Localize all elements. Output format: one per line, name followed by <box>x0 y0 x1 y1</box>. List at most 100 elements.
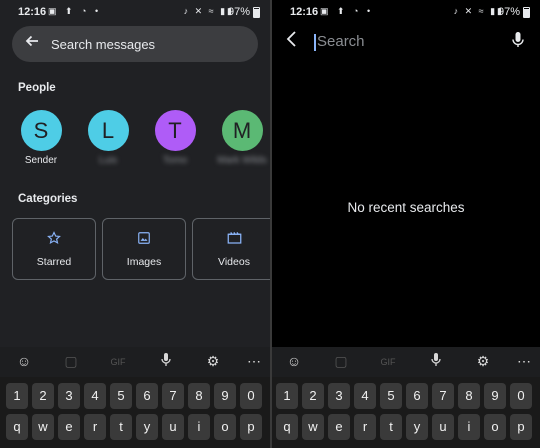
battery-percent: 97% <box>227 6 250 18</box>
key-w[interactable]: w <box>302 414 324 440</box>
contact-item[interactable]: T Tomo <box>145 110 205 166</box>
people-list: S Sender L Luis T Tomo M Mark Wilds <box>0 110 270 170</box>
key-0[interactable]: 0 <box>510 383 532 409</box>
key-8[interactable]: 8 <box>458 383 480 409</box>
key-5[interactable]: 5 <box>380 383 402 409</box>
search-input[interactable]: Search <box>317 33 365 50</box>
more-icon[interactable]: ⋯ <box>512 353 536 371</box>
search-screen: 12:16 ▣ ⬆ ◔ • ♪ ✕ ≈ ▮▮ 97% Search No rec… <box>272 0 540 448</box>
key-q[interactable]: q <box>6 414 28 440</box>
category-starred[interactable]: Starred <box>12 218 96 280</box>
keyboard: 1 2 3 4 5 6 7 8 9 0 q w e r t y u i o p <box>272 377 540 448</box>
back-arrow-icon[interactable] <box>24 33 40 54</box>
notification-icons: ▣ ⬆ ◔ • <box>320 6 374 16</box>
contact-item[interactable]: S Sender <box>11 110 71 166</box>
sticker-icon[interactable]: ▢ <box>59 353 83 371</box>
search-messages-screen: 12:16 ▣ ⬆ ◔ • ♪ ✕ ≈ ▮▮ 97% Search messag… <box>0 0 270 448</box>
key-y[interactable]: y <box>406 414 428 440</box>
key-6[interactable]: 6 <box>406 383 428 409</box>
category-label: Images <box>126 256 162 268</box>
status-bar: 12:16 ▣ ⬆ ◔ • ♪ ✕ ≈ ▮▮ 97% <box>0 0 270 24</box>
category-label: Videos <box>218 256 250 268</box>
key-0[interactable]: 0 <box>240 383 262 409</box>
key-7[interactable]: 7 <box>162 383 184 409</box>
key-2[interactable]: 2 <box>302 383 324 409</box>
key-7[interactable]: 7 <box>432 383 454 409</box>
search-bar[interactable]: Search messages <box>12 26 258 62</box>
people-heading: People <box>18 82 56 94</box>
contact-name: Mark Wilds <box>217 155 267 166</box>
key-e[interactable]: e <box>328 414 350 440</box>
voice-search-mic-icon[interactable] <box>512 32 524 53</box>
avatar: L <box>87 110 129 151</box>
more-icon[interactable]: ⋯ <box>242 353 266 371</box>
key-p[interactable]: p <box>240 414 262 440</box>
key-6[interactable]: 6 <box>136 383 158 409</box>
emoji-icon[interactable]: ☺ <box>12 353 36 371</box>
key-r[interactable]: r <box>84 414 106 440</box>
avatar: M <box>221 110 263 151</box>
key-t[interactable]: t <box>110 414 132 440</box>
keyboard-toolbar: ☺ ▢ GIF ⚙ ⋯ <box>0 347 270 377</box>
notification-icons: ▣ ⬆ ◔ • <box>48 6 102 16</box>
avatar: T <box>154 110 196 151</box>
key-3[interactable]: 3 <box>58 383 80 409</box>
video-icon <box>193 231 270 250</box>
status-time: 12:16 <box>18 6 47 18</box>
contact-name: Sender <box>24 155 58 166</box>
signal-icons: ♪ ✕ ≈ ▮▮ <box>183 6 234 16</box>
status-time: 12:16 <box>290 6 319 18</box>
key-5[interactable]: 5 <box>110 383 132 409</box>
key-q[interactable]: q <box>276 414 298 440</box>
contact-item[interactable]: L Luis <box>78 110 138 166</box>
key-9[interactable]: 9 <box>214 383 236 409</box>
keyboard: 1 2 3 4 5 6 7 8 9 0 q w e r t y u i o p <box>0 377 270 448</box>
star-outline-icon <box>13 231 95 250</box>
contact-item[interactable]: M Mark Wilds <box>212 110 270 166</box>
settings-icon[interactable]: ⚙ <box>201 353 225 371</box>
contact-name: Luis <box>98 155 118 166</box>
mic-icon[interactable] <box>154 353 178 371</box>
key-e[interactable]: e <box>58 414 80 440</box>
key-2[interactable]: 2 <box>32 383 54 409</box>
key-1[interactable]: 1 <box>6 383 28 409</box>
keyboard-toolbar: ☺ ▢ GIF ⚙ ⋯ <box>272 347 540 377</box>
sticker-icon[interactable]: ▢ <box>329 353 353 371</box>
key-p[interactable]: p <box>510 414 532 440</box>
key-r[interactable]: r <box>354 414 376 440</box>
key-4[interactable]: 4 <box>84 383 106 409</box>
image-icon <box>103 231 185 250</box>
text-cursor <box>314 34 316 51</box>
key-y[interactable]: y <box>136 414 158 440</box>
key-3[interactable]: 3 <box>328 383 350 409</box>
category-images[interactable]: Images <box>102 218 186 280</box>
key-u[interactable]: u <box>162 414 184 440</box>
key-w[interactable]: w <box>32 414 54 440</box>
key-o[interactable]: o <box>484 414 506 440</box>
key-1[interactable]: 1 <box>276 383 298 409</box>
empty-state-message: No recent searches <box>347 200 465 215</box>
key-u[interactable]: u <box>432 414 454 440</box>
key-9[interactable]: 9 <box>484 383 506 409</box>
battery-icon <box>523 7 530 18</box>
key-4[interactable]: 4 <box>354 383 376 409</box>
key-i[interactable]: i <box>458 414 480 440</box>
battery-percent: 97% <box>497 6 520 18</box>
back-chevron-icon[interactable] <box>286 30 298 54</box>
key-8[interactable]: 8 <box>188 383 210 409</box>
key-o[interactable]: o <box>214 414 236 440</box>
battery-icon <box>253 7 260 18</box>
emoji-icon[interactable]: ☺ <box>282 353 306 371</box>
settings-icon[interactable]: ⚙ <box>471 353 495 371</box>
avatar: S <box>20 110 62 151</box>
gif-icon[interactable]: GIF <box>106 353 130 371</box>
key-i[interactable]: i <box>188 414 210 440</box>
signal-icons: ♪ ✕ ≈ ▮▮ <box>453 6 504 16</box>
category-videos[interactable]: Videos <box>192 218 270 280</box>
gif-icon[interactable]: GIF <box>376 353 400 371</box>
mic-icon[interactable] <box>424 353 448 371</box>
contact-name: Tomo <box>162 155 188 166</box>
search-input[interactable]: Search messages <box>51 37 155 52</box>
status-bar: 12:16 ▣ ⬆ ◔ • ♪ ✕ ≈ ▮▮ 97% <box>272 0 540 24</box>
key-t[interactable]: t <box>380 414 402 440</box>
